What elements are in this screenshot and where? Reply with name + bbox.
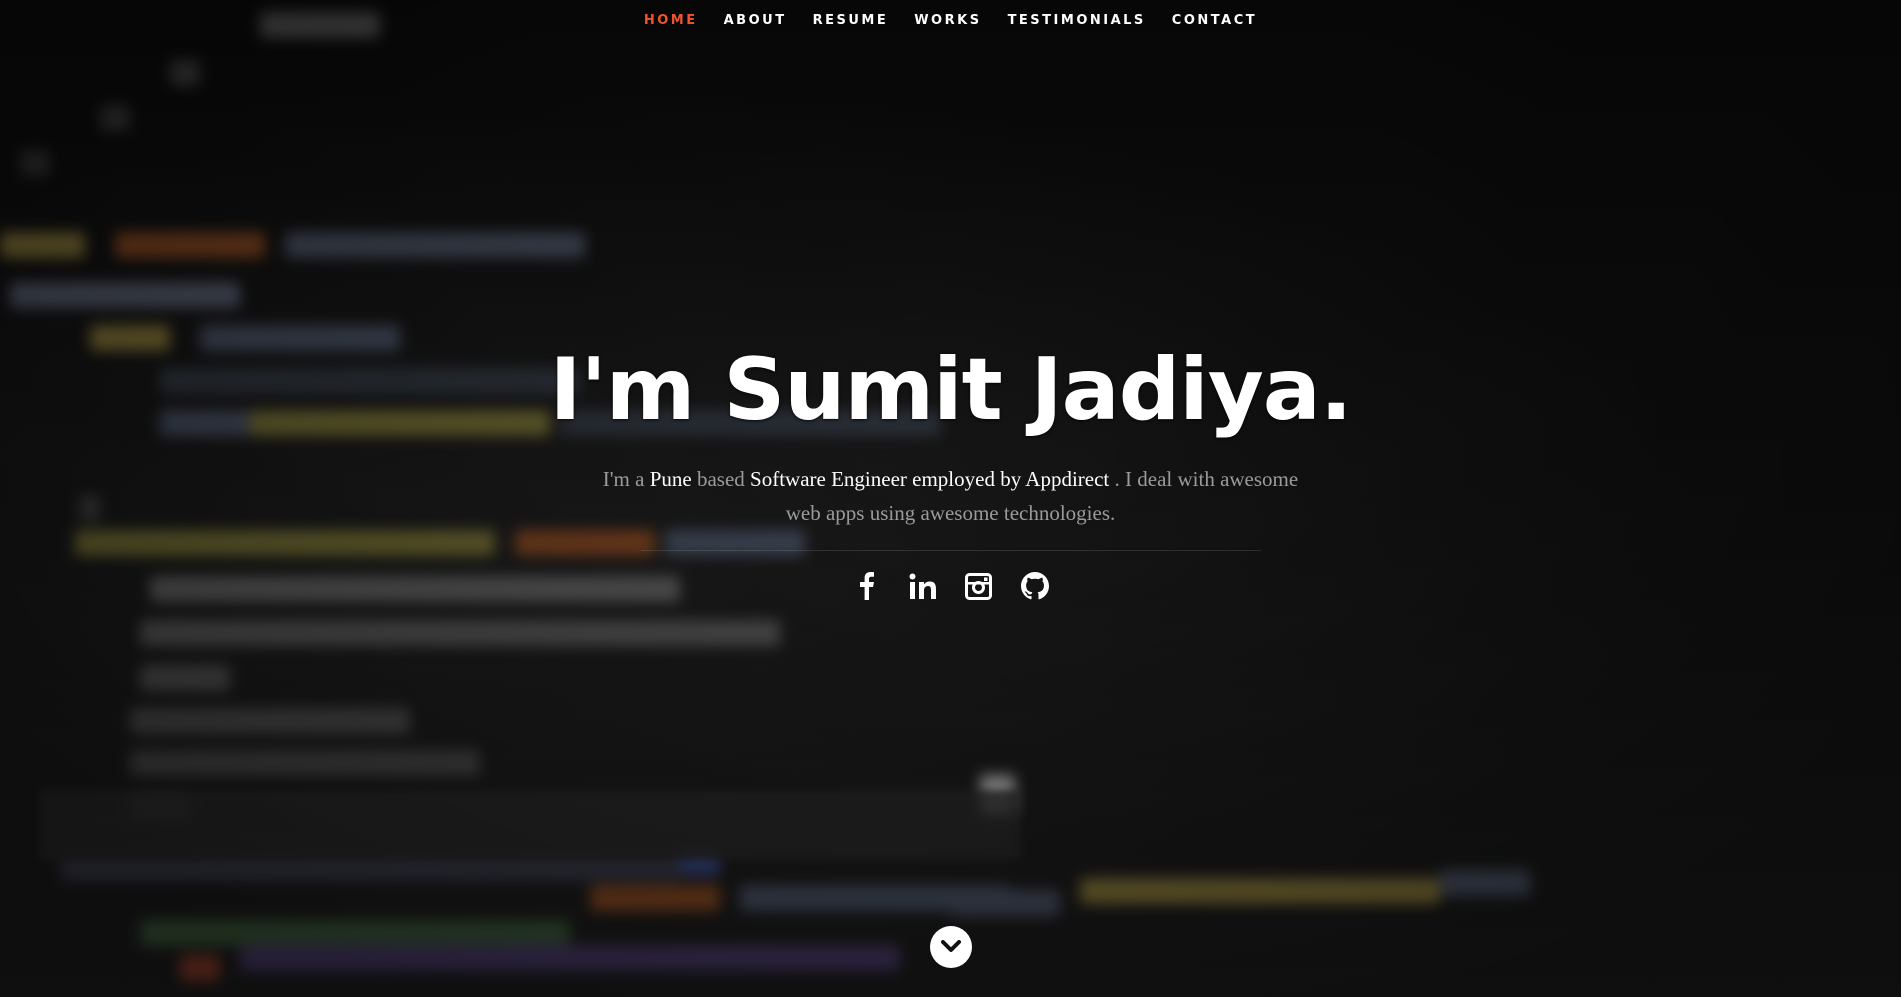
nav-about[interactable]: ABOUT [711,0,800,42]
banner-divider [640,550,1261,551]
nav-contact[interactable]: CONTACT [1159,0,1270,42]
nav-works[interactable]: WORKS [901,0,994,42]
github-icon[interactable] [1020,571,1050,601]
scroll-down-button[interactable] [930,926,972,968]
page-title: I'm Sumit Jadiya. [549,340,1352,440]
instagram-icon[interactable] [964,571,994,601]
banner: I'm Sumit Jadiya. I'm a Pune based Softw… [0,330,1901,601]
social-links [0,571,1901,601]
nav-resume[interactable]: RESUME [800,0,902,42]
main-nav: HOME ABOUT RESUME WORKS TESTIMONIALS CON… [0,0,1901,42]
intro-part2: based [691,467,751,491]
intro-part1: I'm a [602,467,650,491]
nav-testimonials[interactable]: TESTIMONIALS [995,0,1159,42]
hero-section: HOME ABOUT RESUME WORKS TESTIMONIALS CON… [0,0,1901,997]
intro-location: Pune [649,467,692,491]
nav-home[interactable]: HOME [631,0,711,42]
chevron-down-icon [941,940,961,952]
linkedin-icon[interactable] [908,571,938,601]
facebook-icon[interactable] [852,571,882,601]
intro-text: I'm a Pune based Software Engineer emplo… [601,462,1301,530]
intro-role: Software Engineer employed by Appdirect [750,467,1110,491]
